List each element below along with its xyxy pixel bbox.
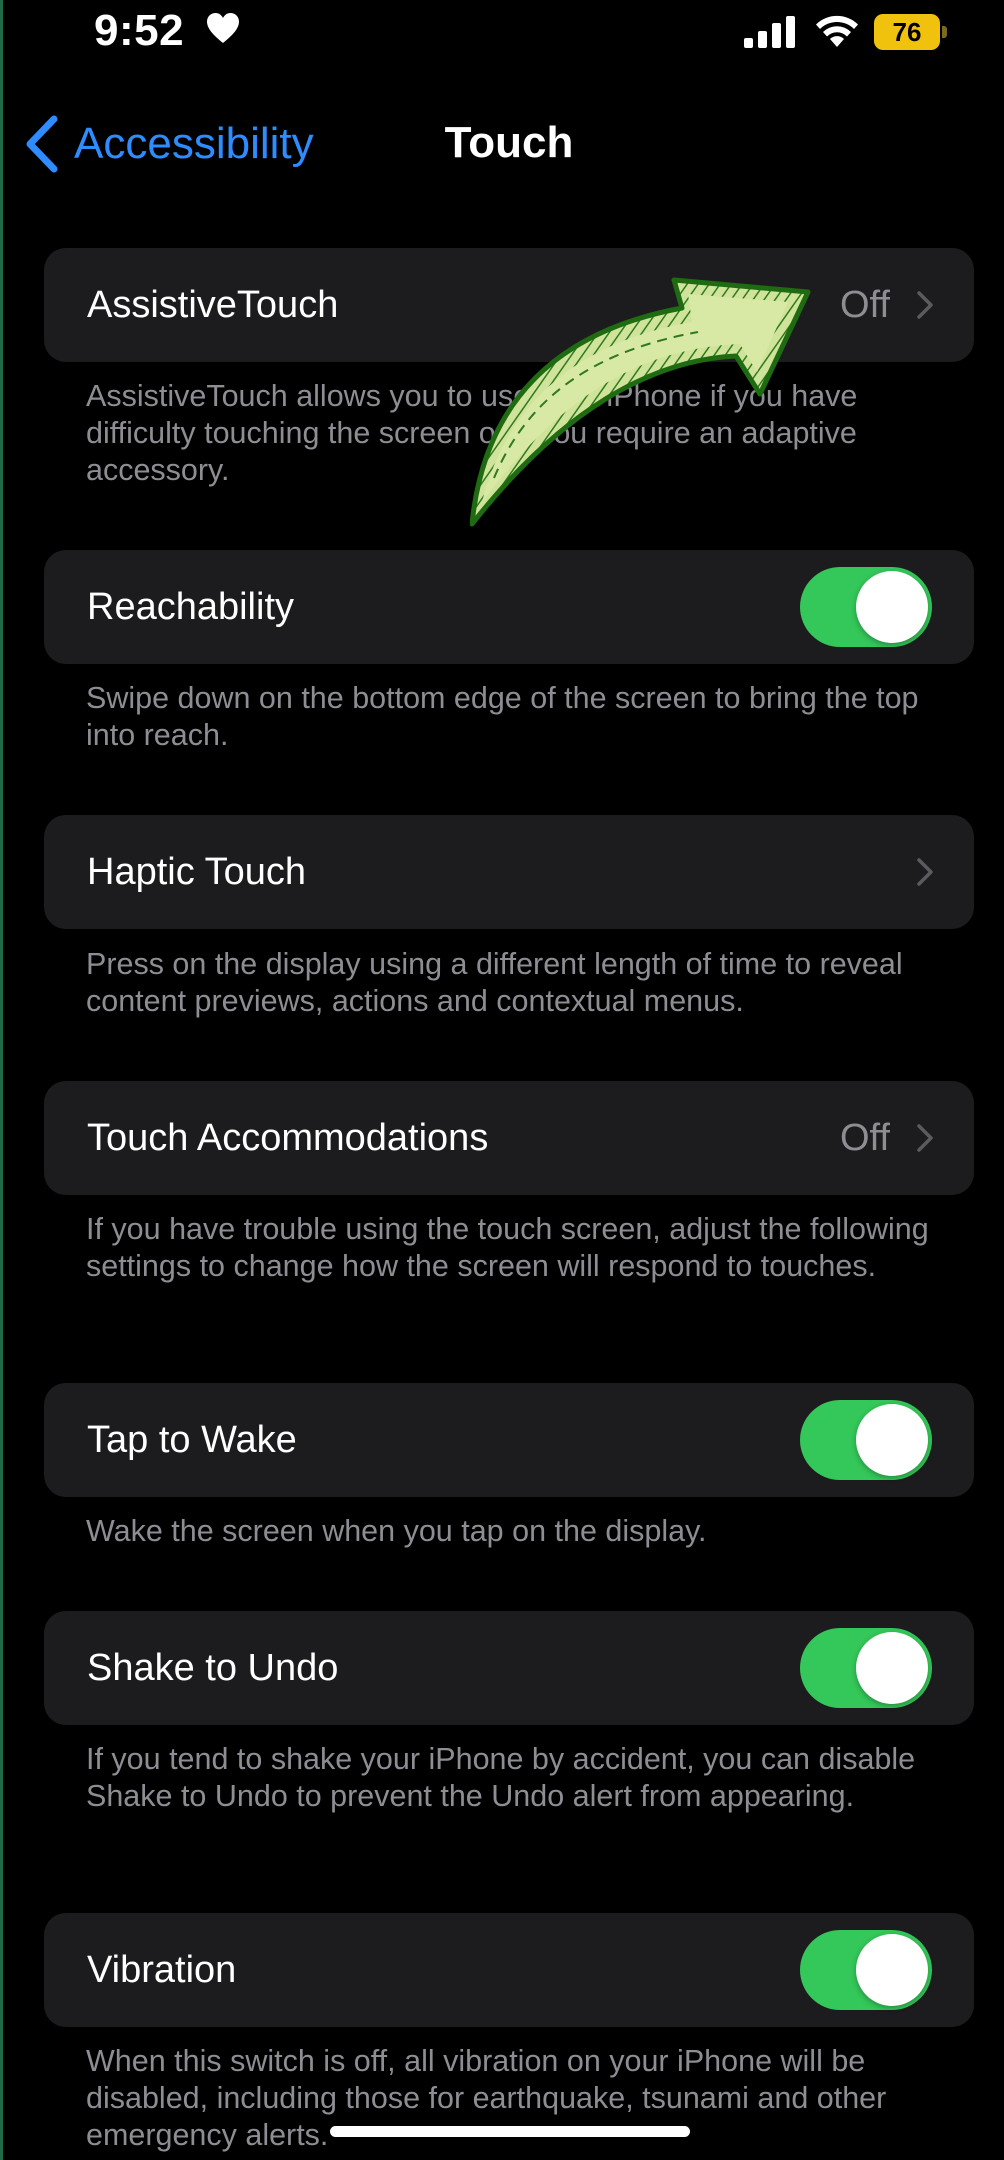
chevron-right-icon bbox=[917, 858, 933, 886]
battery-cap bbox=[942, 26, 947, 38]
footer-haptic-touch: Press on the display using a different l… bbox=[86, 947, 903, 1018]
screen-edge bbox=[0, 0, 3, 2160]
footer-shake-to-undo: If you tend to shake your iPhone by acci… bbox=[86, 1742, 916, 1813]
footer-vibration: When this switch is off, all vibration o… bbox=[86, 2044, 887, 2152]
row-label: AssistiveTouch bbox=[87, 284, 339, 326]
status-time: 9:52 bbox=[94, 6, 185, 55]
row-touch-accommodations[interactable]: Touch Accommodations Off bbox=[44, 1081, 974, 1195]
toggle-knob bbox=[856, 1404, 928, 1476]
row-label: Vibration bbox=[87, 1949, 237, 1991]
row-label: Reachability bbox=[87, 586, 294, 628]
toggle-knob bbox=[856, 1934, 928, 2006]
toggle-knob bbox=[856, 1632, 928, 1704]
row-label: Touch Accommodations bbox=[87, 1117, 489, 1159]
chevron-right-icon bbox=[917, 1124, 933, 1152]
tap-to-wake-toggle[interactable] bbox=[800, 1400, 932, 1480]
shake-to-undo-toggle[interactable] bbox=[800, 1628, 932, 1708]
row-reachability: Reachability bbox=[44, 550, 974, 664]
battery-icon: 76 bbox=[874, 14, 948, 50]
row-label: Tap to Wake bbox=[87, 1419, 297, 1461]
footer-reachability: Swipe down on the bottom edge of the scr… bbox=[86, 681, 919, 752]
row-tap-to-wake: Tap to Wake bbox=[44, 1383, 974, 1497]
row-label: Haptic Touch bbox=[87, 851, 306, 893]
row-vibration: Vibration bbox=[44, 1913, 974, 2027]
page-title: Touch bbox=[0, 118, 1004, 168]
row-value: Off bbox=[840, 1117, 890, 1159]
annotation-arrow-icon bbox=[470, 277, 811, 527]
cellular-signal-icon bbox=[744, 16, 795, 48]
footer-touch-accommodations: If you have trouble using the touch scre… bbox=[86, 1212, 929, 1283]
reachability-toggle[interactable] bbox=[800, 567, 932, 647]
row-shake-to-undo: Shake to Undo bbox=[44, 1611, 974, 1725]
home-indicator[interactable] bbox=[330, 2126, 690, 2137]
row-value: Off bbox=[840, 284, 890, 326]
heart-icon bbox=[207, 13, 239, 43]
footer-tap-to-wake: Wake the screen when you tap on the disp… bbox=[86, 1514, 707, 1548]
row-label: Shake to Undo bbox=[87, 1647, 339, 1689]
battery-level: 76 bbox=[874, 14, 940, 50]
vibration-toggle[interactable] bbox=[800, 1930, 932, 2010]
row-haptic-touch[interactable]: Haptic Touch bbox=[44, 815, 974, 929]
page-title-text: Touch bbox=[444, 118, 574, 167]
toggle-knob bbox=[856, 571, 928, 643]
chevron-right-icon bbox=[917, 291, 933, 319]
wifi-icon bbox=[816, 15, 858, 47]
